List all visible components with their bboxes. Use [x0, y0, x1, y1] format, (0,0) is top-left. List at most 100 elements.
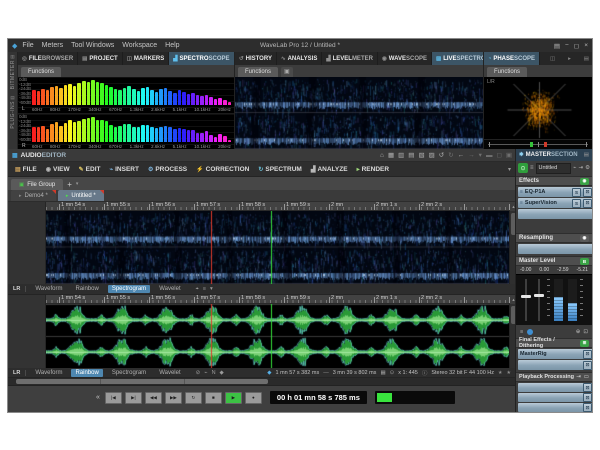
playback-slot-1[interactable]: ⊡	[518, 383, 593, 392]
resampling-badge-icon[interactable]: ◉	[580, 235, 589, 242]
master-fader-right[interactable]	[534, 279, 544, 321]
overview-time-ruler[interactable]: 1 mn 54 s1 mn 55 s1 mn 56 s1 mn 57 s1 mn…	[46, 202, 555, 211]
loop-button[interactable]: ↻	[185, 392, 202, 404]
master-level-section-header[interactable]: Master Level B	[516, 256, 592, 266]
grid-layout-icon[interactable]: ▦	[388, 151, 394, 159]
master-fader-left[interactable]	[521, 279, 531, 321]
playback-slot-3[interactable]: ⊡	[518, 403, 593, 412]
master-panel-menu-icon[interactable]: ▤	[584, 152, 589, 158]
monitor-route-icon[interactable]: ⌁	[573, 165, 576, 171]
effects-section-header[interactable]: Effects ◉	[516, 176, 592, 186]
menu-help[interactable]: Help	[165, 42, 179, 49]
next-marker-button[interactable]: ▶|	[125, 392, 142, 404]
effect-slot-empty[interactable]	[518, 209, 593, 219]
final-slot-empty[interactable]: ⊡	[518, 360, 593, 370]
ribbon-tab-analyze[interactable]: ▟ANALYZE	[311, 166, 348, 173]
tab-spectroscope[interactable]: ▟SPECTROSCOPE	[169, 52, 234, 65]
scope-next-icon[interactable]: ▸	[565, 56, 574, 62]
effects-monitor-badge-icon[interactable]: ◉	[580, 178, 589, 185]
view-tab-wavelet[interactable]: Wavelet	[155, 285, 184, 293]
master-level-badge[interactable]: B	[580, 258, 589, 265]
redo-icon[interactable]: ↻	[448, 151, 453, 159]
ribbon-tab-file[interactable]: ▤FILE	[15, 166, 37, 173]
main-waveform-view[interactable]	[46, 304, 510, 368]
minimize-button[interactable]: −	[565, 42, 569, 50]
duplicate-window-icon[interactable]: ▥	[398, 151, 404, 159]
tab-filebrowser[interactable]: ◎FILEBROWSER	[18, 52, 78, 65]
final-effects-section-header[interactable]: Final Effects / Dithering ⊞	[516, 338, 592, 348]
link-faders-icon[interactable]: ⊕	[576, 329, 581, 335]
rewind-button[interactable]: ◀◀	[145, 392, 162, 404]
insert-point-icon[interactable]: ⇥	[576, 374, 581, 380]
lane-menu-icon[interactable]: ≡	[203, 286, 206, 293]
tab-phasescope[interactable]: ◔PHASESCOPE	[484, 52, 540, 65]
file-tab-untitled[interactable]: ▸Untitled *	[58, 190, 104, 201]
zoom-icon[interactable]: ⊙	[390, 370, 395, 376]
tab-markers[interactable]: ◫MARKERS	[123, 52, 170, 65]
view-tab-wavelet[interactable]: Wavelet	[155, 369, 184, 377]
view-tab-rainbow[interactable]: Rainbow	[71, 369, 102, 377]
solo-button[interactable]: S	[572, 188, 581, 197]
dock-tab-plugins[interactable]: ▤PLUG-INS	[10, 95, 16, 129]
undo-icon[interactable]: ↺	[439, 151, 444, 159]
ribbon-tab-insert[interactable]: ⌁INSERT	[109, 166, 138, 173]
view-tab-waveform[interactable]: Waveform	[31, 285, 66, 293]
tab-history[interactable]: ↺HISTORY	[235, 52, 277, 65]
menu-workspace[interactable]: Workspace	[122, 42, 157, 49]
view-tab-waveform[interactable]: Waveform	[31, 369, 66, 377]
lock-icon[interactable]: ⊡	[583, 329, 588, 335]
tab-project[interactable]: ▤PROJECT	[78, 52, 123, 65]
tab-livespectrogram[interactable]: ▨LIVESPECTROGRAM	[432, 52, 483, 65]
nav-dropdown-icon[interactable]: ▾	[479, 151, 482, 159]
paste-icon[interactable]: ▨	[429, 151, 435, 159]
functions-button[interactable]: Functions	[487, 67, 527, 77]
ribbon-tab-view[interactable]: ◉VIEW	[46, 166, 70, 173]
close-button[interactable]: ×	[584, 42, 588, 50]
home-icon[interactable]: ⌂	[380, 152, 384, 159]
record-button[interactable]: ●	[245, 392, 262, 404]
phasescope-panel-menu-icon[interactable]: ▤	[581, 56, 592, 62]
prev-marker-button[interactable]: |◀	[105, 392, 122, 404]
view-tab-spectrogram[interactable]: Spectrogram	[108, 285, 150, 293]
solo-button[interactable]: S	[572, 199, 581, 208]
forward-button[interactable]: ▶▶	[165, 392, 182, 404]
mono-downmix-icon[interactable]	[527, 329, 533, 335]
file-tab-demo4[interactable]: ▸Demo4 *	[11, 190, 56, 201]
file-group-dropdown-icon[interactable]: ▾	[76, 179, 79, 190]
play-button[interactable]: ▶	[225, 392, 242, 404]
scope-list-icon[interactable]: ◫	[547, 56, 558, 62]
ribbon-tab-correction[interactable]: ⚡CORRECTION	[196, 166, 249, 173]
bypass-button[interactable]: ⊡	[583, 403, 592, 412]
settings-gear-icon[interactable]: ⚙	[585, 165, 590, 171]
horizontal-scroll-thumb[interactable]	[16, 379, 268, 384]
ribbon-tab-process[interactable]: ⚙PROCESS	[148, 166, 187, 173]
spectrogram-settings-icon[interactable]: ▣	[281, 67, 293, 77]
tab-levelmeter[interactable]: ▟LEVELMETER	[322, 52, 378, 65]
dithering-badge-icon[interactable]: ⊞	[580, 340, 589, 347]
channel-config-icon[interactable]: ≡	[520, 329, 523, 335]
stop-button[interactable]: ■	[205, 392, 222, 404]
bypass-button[interactable]: ⊡	[583, 188, 592, 197]
maximize-button[interactable]: ◻	[574, 42, 579, 50]
window-icon[interactable]: ▤	[408, 151, 414, 159]
master-preset-field[interactable]: Untitled	[536, 163, 572, 174]
master-power-button[interactable]: ⊙	[518, 163, 528, 173]
info-icon[interactable]: ⓘ	[422, 369, 428, 377]
overview-spectrogram-view[interactable]	[46, 211, 510, 284]
ribbon-tab-render[interactable]: ▸RENDER	[357, 166, 389, 173]
resampling-section-header[interactable]: Resampling ◉	[516, 233, 592, 243]
favorite-star-icon[interactable]: ★	[498, 370, 502, 376]
dock-tab-bitmeter[interactable]: ▥BITMETER	[10, 54, 16, 89]
panel-bottom-icon[interactable]: ▬	[486, 152, 493, 159]
nudge-icon[interactable]: N	[212, 370, 216, 376]
panel-float-icon[interactable]: ◻	[496, 151, 501, 159]
favorite-star-icon[interactable]: ★	[507, 370, 511, 376]
zoom-ratio[interactable]: x 1: 445	[398, 370, 418, 376]
lane-dropdown-icon[interactable]: ▾	[210, 286, 213, 293]
playback-section-header[interactable]: Playback Processing ⇥▭	[516, 372, 592, 382]
bypass-button[interactable]: ⊡	[583, 361, 592, 370]
final-slot-masterrig[interactable]: MasterRig ⊡	[518, 349, 593, 359]
nav-back-icon[interactable]: ←	[458, 152, 465, 159]
copy-icon[interactable]: ▧	[418, 151, 424, 159]
effect-slot-eq-p1a[interactable]: ≡ EQ-P1A S ⊡	[518, 187, 593, 197]
